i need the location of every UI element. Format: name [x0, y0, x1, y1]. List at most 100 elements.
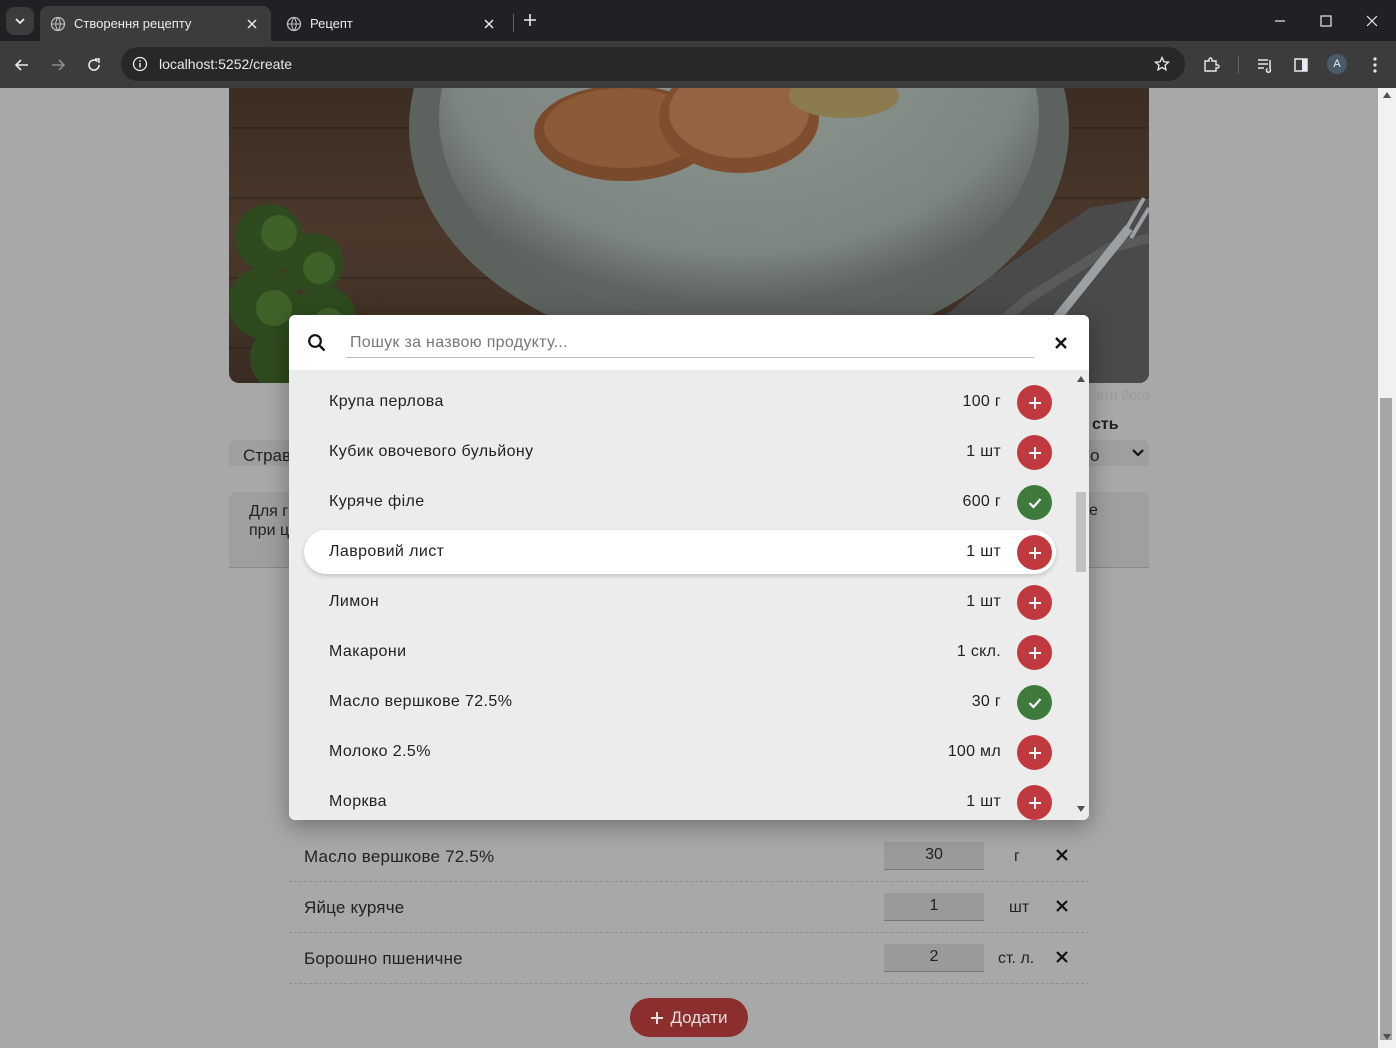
- modal-scrollbar[interactable]: [1073, 370, 1089, 820]
- remove-ingredient-icon[interactable]: [1054, 846, 1070, 864]
- arrow-left-icon: [14, 59, 28, 71]
- tab-search-button[interactable]: [6, 7, 34, 35]
- close-tab-icon[interactable]: [480, 15, 498, 33]
- remove-ingredient-icon[interactable]: [1054, 897, 1070, 915]
- product-amount: 1 шт: [966, 443, 1001, 460]
- remove-ingredient-icon[interactable]: [1054, 948, 1070, 966]
- ingredient-name: Масло вершкове 72.5%: [304, 847, 495, 866]
- site-info-icon[interactable]: [123, 47, 157, 81]
- product-amount: 600 г: [962, 493, 1001, 510]
- side-panel-icon: [1294, 58, 1308, 72]
- product-name: Масло вершкове 72.5%: [329, 693, 513, 710]
- list-item: Лимон 1 шт: [304, 580, 1056, 624]
- add-product-button[interactable]: [1017, 585, 1052, 620]
- product-name: Макарони: [329, 643, 407, 660]
- add-ingredient-button[interactable]: Додати: [630, 998, 748, 1037]
- product-amount: 1 шт: [966, 543, 1001, 560]
- new-tab-button[interactable]: [518, 8, 542, 32]
- tab-create-recipe[interactable]: Створення рецепту: [40, 6, 271, 41]
- ingredient-quantity-input[interactable]: 2: [884, 944, 984, 972]
- page-scrollbar-thumb[interactable]: [1380, 398, 1392, 1040]
- close-window-button[interactable]: [1349, 0, 1395, 41]
- list-item: Морква 1 шт: [304, 780, 1056, 820]
- close-modal-icon[interactable]: [1051, 333, 1071, 353]
- tab-recipe[interactable]: Рецепт: [276, 6, 508, 41]
- ingredient-quantity-input[interactable]: 1: [884, 893, 984, 921]
- product-amount: 1 шт: [966, 793, 1001, 810]
- add-product-button[interactable]: [1017, 535, 1052, 570]
- list-item: Кубик овочевого бульйону 1 шт: [304, 430, 1056, 474]
- scroll-up-arrow-icon[interactable]: [1383, 92, 1391, 98]
- plus-icon: [1028, 796, 1041, 809]
- close-tab-icon[interactable]: [243, 15, 261, 33]
- tab-divider: [513, 14, 514, 32]
- puzzle-icon: [1204, 57, 1220, 72]
- list-item: Лавровий лист 1 шт: [304, 530, 1056, 574]
- add-product-button[interactable]: [1017, 435, 1052, 470]
- side-panel-button[interactable]: [1287, 51, 1315, 79]
- plus-icon: [651, 1011, 664, 1024]
- check-icon: [1028, 697, 1041, 709]
- plus-icon: [1028, 596, 1041, 609]
- modal-scrollbar-thumb[interactable]: [1076, 492, 1086, 572]
- product-search-modal: Крупа перлова 100 г Кубик овочевого буль…: [289, 315, 1089, 820]
- plus-icon: [1028, 546, 1041, 559]
- chevron-down-icon: [15, 18, 25, 25]
- add-product-button[interactable]: [1017, 785, 1052, 820]
- product-name: Морква: [329, 793, 387, 810]
- ingredient-quantity-input[interactable]: 30: [884, 842, 984, 870]
- difficulty-select[interactable]: о: [1088, 440, 1149, 466]
- category-select[interactable]: Страв: [229, 440, 291, 466]
- ingredient-unit: ст. л.: [998, 950, 1035, 967]
- forward-button[interactable]: [44, 51, 72, 79]
- product-amount: 100 мл: [947, 743, 1001, 760]
- reload-button[interactable]: [80, 51, 108, 79]
- product-search-input[interactable]: [346, 329, 1034, 358]
- plus-icon: [1028, 396, 1041, 409]
- add-product-button[interactable]: [1017, 635, 1052, 670]
- product-added-button[interactable]: [1017, 485, 1052, 520]
- profile-avatar[interactable]: A: [1327, 54, 1347, 74]
- scroll-down-arrow-icon[interactable]: [1383, 1034, 1391, 1040]
- scroll-down-arrow-icon[interactable]: [1077, 806, 1085, 812]
- add-button-label: Додати: [670, 1007, 728, 1027]
- minimize-icon: [1275, 19, 1285, 22]
- plus-icon: [1028, 746, 1041, 759]
- page-scrollbar[interactable]: [1378, 88, 1396, 1048]
- product-name: Крупа перлова: [329, 393, 444, 410]
- ingredient-unit: шт: [1009, 899, 1030, 916]
- list-item: Крупа перлова 100 г: [304, 380, 1056, 424]
- close-icon: [1366, 15, 1378, 26]
- tab-strip: Створення рецепту Рецепт: [0, 0, 1396, 41]
- product-added-button[interactable]: [1017, 685, 1052, 720]
- more-vert-icon: [1373, 57, 1377, 73]
- reload-icon: [88, 58, 100, 71]
- ingredient-row: Масло вершкове 72.5% 30 г: [289, 831, 1089, 882]
- list-item: Масло вершкове 72.5% 30 г: [304, 680, 1056, 724]
- minimize-button[interactable]: [1257, 0, 1303, 41]
- ingredient-name: Борошно пшеничне: [304, 949, 463, 968]
- product-amount: 1 шт: [966, 593, 1001, 610]
- plus-icon: [524, 14, 536, 26]
- maximize-button[interactable]: [1303, 0, 1349, 41]
- extensions-button[interactable]: [1197, 51, 1225, 79]
- add-product-button[interactable]: [1017, 385, 1052, 420]
- back-button[interactable]: [8, 51, 36, 79]
- bookmark-star-icon[interactable]: [1145, 47, 1179, 81]
- scroll-up-arrow-icon[interactable]: [1077, 376, 1085, 382]
- media-controls-button[interactable]: [1251, 51, 1279, 79]
- address-bar[interactable]: localhost:5252/create: [121, 47, 1185, 81]
- tab-title: Рецепт: [310, 16, 353, 31]
- product-name: Куряче філе: [329, 493, 425, 510]
- check-icon: [1028, 497, 1041, 509]
- description-text-end: е: [1089, 502, 1098, 519]
- globe-icon: [286, 16, 302, 32]
- modal-search-bar: [289, 315, 1089, 370]
- product-amount: 30 г: [971, 693, 1001, 710]
- plus-icon: [1028, 446, 1041, 459]
- browser-menu-button[interactable]: [1361, 51, 1389, 79]
- ingredient-row: Яйце куряче 1 шт: [289, 882, 1089, 933]
- tab-title: Створення рецепту: [74, 16, 192, 31]
- add-product-button[interactable]: [1017, 735, 1052, 770]
- search-icon: [308, 334, 326, 352]
